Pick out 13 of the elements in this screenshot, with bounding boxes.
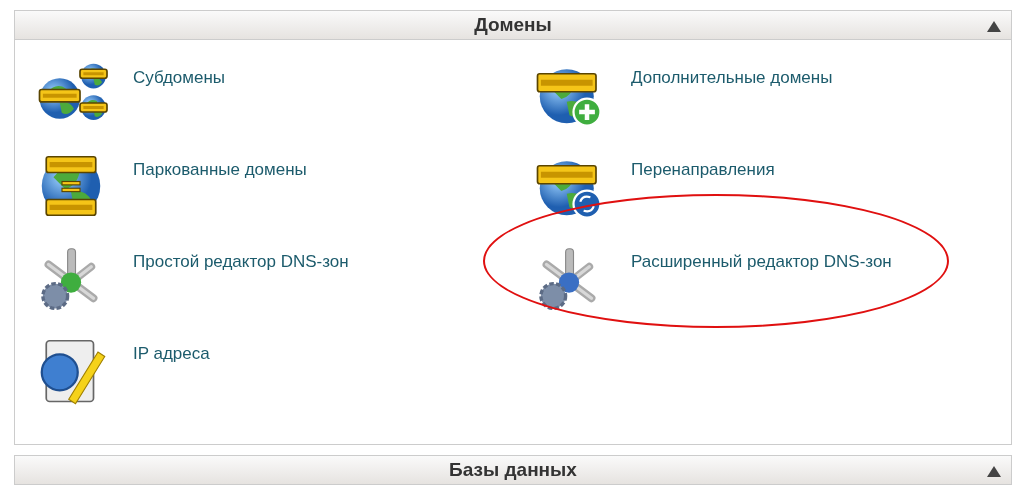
link[interactable]: Простой редактор DNS-зон [133, 252, 349, 272]
link[interactable]: Перенаправления [631, 160, 775, 180]
collapse-icon[interactable] [987, 466, 1001, 477]
panel-header[interactable]: Домены [14, 10, 1012, 40]
link[interactable]: Субдомены [133, 68, 226, 88]
link[interactable]: Дополнительные домены [631, 68, 833, 88]
panel-header[interactable]: Базы данных [14, 455, 1012, 485]
collapse-icon[interactable] [987, 21, 1001, 32]
panel-title: Домены [474, 14, 552, 36]
link[interactable]: IP адреса [133, 344, 210, 364]
link[interactable]: Паркованные домены [133, 160, 307, 180]
panel-title: Базы данных [449, 459, 577, 481]
link[interactable]: Расширенный редактор DNS-зон [631, 252, 892, 272]
